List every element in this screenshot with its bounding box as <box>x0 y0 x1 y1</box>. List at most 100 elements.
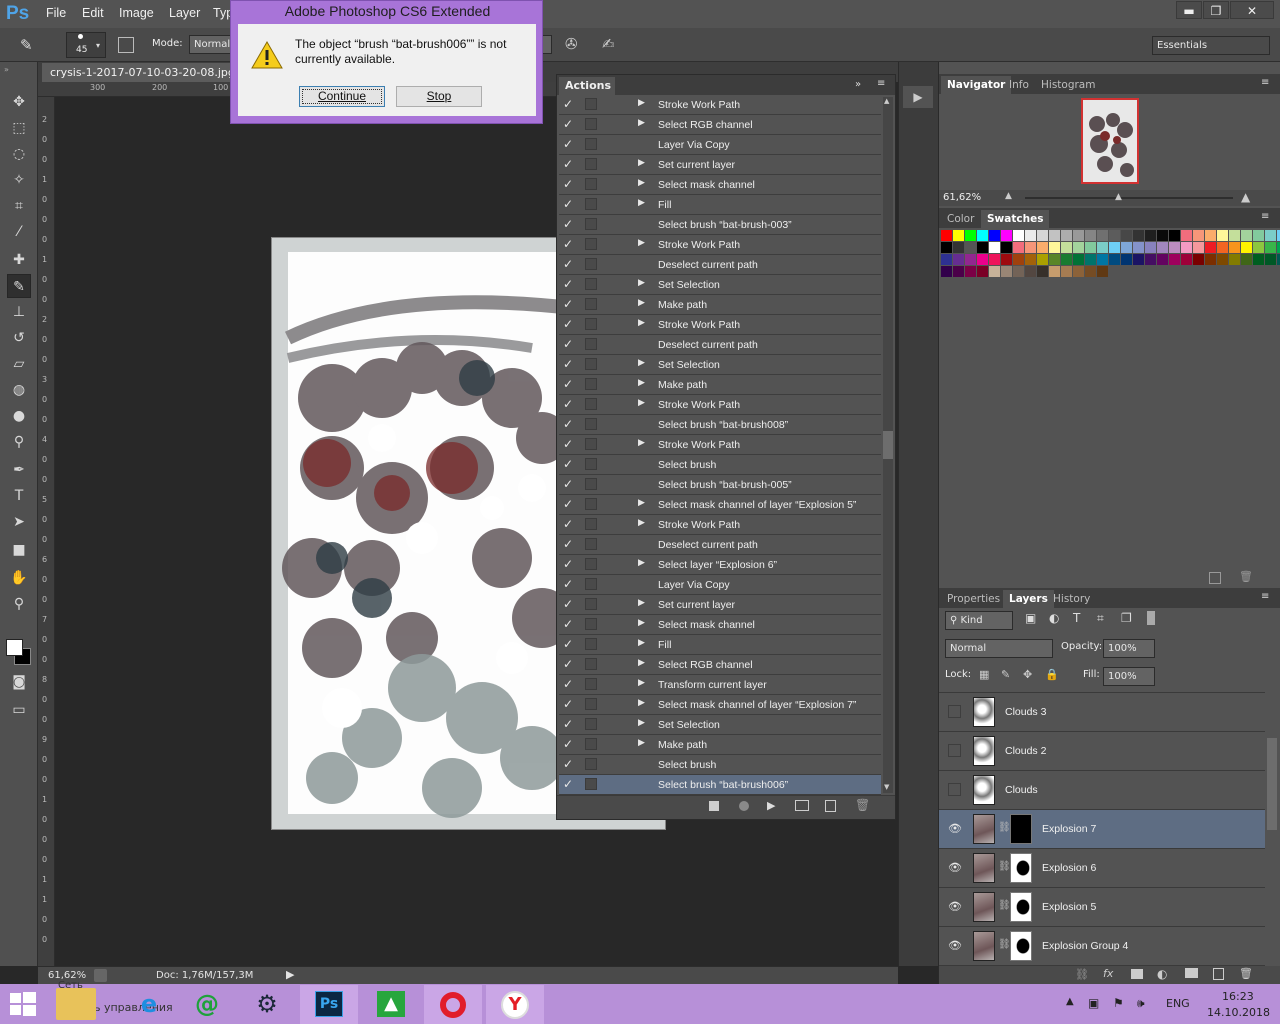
expand-triangle-icon[interactable]: ▶ <box>638 638 645 648</box>
color-swatch[interactable] <box>1205 230 1216 241</box>
color-swatch[interactable] <box>1217 242 1228 253</box>
dialog-toggle-box[interactable] <box>585 738 597 750</box>
brush-tool-icon[interactable]: ✎ <box>7 274 31 298</box>
dialog-toggle-box[interactable] <box>585 778 597 790</box>
color-swatch[interactable] <box>1193 230 1204 241</box>
new-group-icon[interactable] <box>1185 968 1198 978</box>
dialog-toggle-box[interactable] <box>585 258 597 270</box>
color-swatch[interactable] <box>1109 254 1120 265</box>
checkmark-icon[interactable]: ✓ <box>563 757 577 771</box>
color-swatch[interactable] <box>1085 230 1096 241</box>
checkmark-icon[interactable]: ✓ <box>563 777 577 791</box>
tab-info[interactable]: Info <box>1003 76 1035 94</box>
menu-edit[interactable]: Edit <box>82 6 104 20</box>
visibility-toggle[interactable] <box>948 744 961 757</box>
color-swatch[interactable] <box>1049 266 1060 277</box>
color-swatch[interactable] <box>953 230 964 241</box>
layer-row[interactable]: Clouds 3 <box>939 693 1265 732</box>
action-row[interactable]: ✓ ▶ Fill <box>559 195 881 215</box>
color-swatch[interactable] <box>1205 254 1216 265</box>
layer-mask-thumbnail[interactable] <box>1010 931 1032 961</box>
color-swatch[interactable] <box>1049 254 1060 265</box>
checkmark-icon[interactable]: ✓ <box>563 437 577 451</box>
expand-triangle-icon[interactable]: ▶ <box>638 738 645 748</box>
color-swatch[interactable] <box>1013 230 1024 241</box>
color-swatch[interactable] <box>1217 254 1228 265</box>
color-swatch[interactable] <box>1073 266 1084 277</box>
dialog-toggle-box[interactable] <box>585 218 597 230</box>
checkmark-icon[interactable]: ✓ <box>563 557 577 571</box>
action-row[interactable]: ✓ Deselect current path <box>559 255 881 275</box>
color-swatch[interactable] <box>989 266 1000 277</box>
checkmark-icon[interactable]: ✓ <box>563 457 577 471</box>
expand-triangle-icon[interactable]: ▶ <box>638 238 645 248</box>
color-swatch[interactable] <box>1049 230 1060 241</box>
photoshop-taskbar-button[interactable]: Ps <box>300 985 358 1024</box>
checkmark-icon[interactable]: ✓ <box>563 117 577 131</box>
action-row[interactable]: ✓ ▶ Set Selection <box>559 355 881 375</box>
android-studio-button[interactable]: ▲ <box>362 985 420 1024</box>
scroll-down-icon[interactable]: ▼ <box>884 783 889 791</box>
color-swatch[interactable] <box>1001 266 1012 277</box>
dialog-toggle-box[interactable] <box>585 178 597 190</box>
action-row[interactable]: ✓ Select brush <box>559 755 881 775</box>
layer-mask-thumbnail[interactable] <box>1010 814 1032 844</box>
dialog-toggle-box[interactable] <box>585 478 597 490</box>
checkmark-icon[interactable]: ✓ <box>563 357 577 371</box>
layer-mask-thumbnail[interactable] <box>1010 853 1032 883</box>
lock-image-icon[interactable]: ✎ <box>1001 668 1010 681</box>
color-swatch[interactable] <box>1013 242 1024 253</box>
color-swatch[interactable] <box>941 266 952 277</box>
quick-mask-icon[interactable]: ◙ <box>7 670 31 694</box>
expand-triangle-icon[interactable]: ▶ <box>638 718 645 728</box>
panel-menu-icon[interactable]: ≡ <box>1261 211 1269 222</box>
trash-icon[interactable]: 🗑 <box>1239 967 1253 980</box>
dialog-toggle-box[interactable] <box>585 198 597 210</box>
color-swatch[interactable] <box>989 242 1000 253</box>
zoom-slider[interactable] <box>1025 197 1233 199</box>
action-row[interactable]: ✓ ▶ Stroke Work Path <box>559 395 881 415</box>
color-swatch[interactable] <box>1253 230 1264 241</box>
dialog-toggle-box[interactable] <box>585 638 597 650</box>
continue-button[interactable]: Continue <box>299 86 385 107</box>
minimize-button[interactable]: ▬ <box>1176 1 1202 19</box>
checkmark-icon[interactable]: ✓ <box>563 317 577 331</box>
dialog-toggle-box[interactable] <box>585 618 597 630</box>
eraser-tool-icon[interactable]: ▱ <box>7 352 31 376</box>
adjustment-layer-icon[interactable]: ◐ <box>1157 967 1167 981</box>
color-swatch[interactable] <box>1085 254 1096 265</box>
panel-menu-icon[interactable]: ≡ <box>1261 591 1269 602</box>
dialog-toggle-box[interactable] <box>585 98 597 110</box>
eye-icon[interactable]: 👁 <box>948 862 962 874</box>
play-icon[interactable]: ▶ <box>767 799 775 812</box>
color-swatch[interactable] <box>989 230 1000 241</box>
marquee-tool-icon[interactable]: ⬚ <box>7 116 31 140</box>
color-swatch[interactable] <box>977 242 988 253</box>
color-swatch[interactable] <box>1001 230 1012 241</box>
color-swatch[interactable] <box>1169 254 1180 265</box>
eyedropper-tool-icon[interactable]: ⁄ <box>7 220 31 244</box>
expand-triangle-icon[interactable]: ▶ <box>638 118 645 128</box>
color-swatch[interactable] <box>1133 242 1144 253</box>
color-swatch[interactable] <box>1037 242 1048 253</box>
layer-row[interactable]: 👁 ⛓ Explosion 6 <box>939 849 1265 888</box>
color-swatch[interactable] <box>1157 230 1168 241</box>
expand-triangle-icon[interactable]: ▶ <box>638 678 645 688</box>
zoom-slider-handle[interactable]: ▲ <box>1115 192 1122 202</box>
eye-icon[interactable]: 👁 <box>948 901 962 913</box>
pen-tool-icon[interactable]: ✒ <box>7 458 31 482</box>
color-swatch[interactable] <box>1109 242 1120 253</box>
color-swatch[interactable] <box>1241 254 1252 265</box>
color-swatch[interactable] <box>1193 254 1204 265</box>
brush-preset-picker[interactable]: 45 ▾ <box>66 32 106 58</box>
clone-stamp-tool-icon[interactable]: ⊥ <box>7 300 31 324</box>
color-swatch[interactable] <box>1061 242 1072 253</box>
color-swatch[interactable] <box>1085 266 1096 277</box>
history-brush-tool-icon[interactable]: ↺ <box>7 326 31 350</box>
layer-row[interactable]: 👁 ⛓ Explosion Group 4 <box>939 927 1265 966</box>
checkmark-icon[interactable]: ✓ <box>563 397 577 411</box>
checkmark-icon[interactable]: ✓ <box>563 97 577 111</box>
dialog-toggle-box[interactable] <box>585 458 597 470</box>
play-panel-icon[interactable]: ▶ <box>903 86 933 108</box>
visibility-toggle[interactable] <box>948 705 961 718</box>
